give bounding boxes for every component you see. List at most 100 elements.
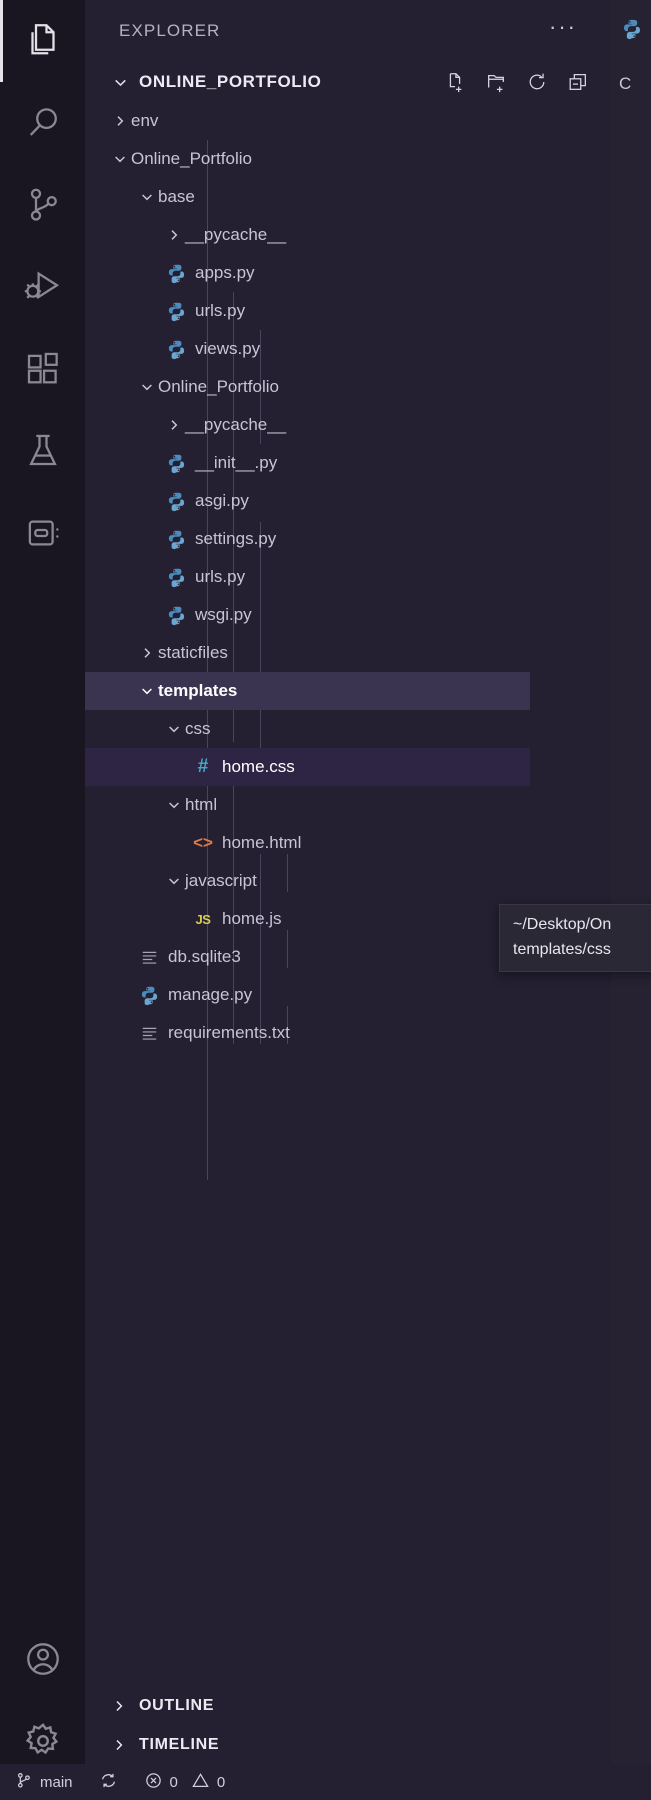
chevron-right-icon [109,1698,129,1714]
folder-section-label: ONLINE_PORTFOLIO [139,72,322,91]
source-control-icon [22,184,64,226]
tree-file-urls-py[interactable]: urls.py [85,292,611,330]
chevron-down-icon [109,74,131,91]
panel-timeline[interactable]: TIMELINE [85,1725,611,1764]
python-icon [163,520,189,558]
activity-item-search[interactable] [0,82,85,164]
editor-breadcrumb[interactable]: C [611,62,651,106]
beaker-icon [22,430,64,472]
tree-file-home-html[interactable]: <> home.html [85,824,611,862]
chevron-down-icon [163,710,185,748]
tree-item-label: apps.py [195,263,255,282]
activity-item-remote-explorer[interactable] [0,492,85,574]
refresh-icon[interactable] [526,71,548,93]
account-icon [22,1638,64,1680]
tree-item-label: views.py [195,339,261,358]
folder-section-actions [444,71,589,93]
warning-icon [191,1771,210,1794]
editor-tab[interactable] [611,0,651,62]
new-folder-icon[interactable] [485,71,507,93]
tree-folder-staticfiles[interactable]: staticfiles [85,634,611,672]
activity-item-accounts[interactable] [0,1618,85,1700]
tree-folder-env[interactable]: env [85,102,611,140]
tree-item-label: requirements.txt [168,1023,290,1042]
tree-item-label: env [131,111,159,130]
status-problems[interactable]: 0 0 [131,1764,239,1800]
tree-file-views-py[interactable]: views.py [85,330,611,368]
tree-file-home-css[interactable]: # home.css [85,748,530,786]
tree-folder-base[interactable]: base [85,178,611,216]
python-icon [163,254,189,292]
activity-item-run-and-debug[interactable] [0,246,85,328]
activity-item-explorer[interactable] [0,0,85,82]
js-icon: JS [195,911,211,927]
tree-folder-css[interactable]: css [85,710,611,748]
panel-timeline-label: TIMELINE [139,1735,220,1753]
activity-item-testing[interactable] [0,410,85,492]
folder-section-header[interactable]: ONLINE_PORTFOLIO [85,62,611,102]
tree-item-label: staticfiles [158,643,228,662]
new-file-icon[interactable] [444,71,466,93]
database-icon [136,938,162,976]
tree-item-label: javascript [185,871,257,890]
chevron-right-icon [163,216,185,254]
tree-item-label: home.css [222,757,295,776]
tree-item-label: __init__.py [195,453,278,472]
tree-item-label: templates [158,681,238,700]
activity-bar-top-group [0,0,85,574]
side-bar: EXPLORER ··· ONLINE_PORTFOLIO env Online… [85,0,611,1800]
source-control-icon [14,1771,33,1794]
python-icon [621,18,643,45]
tree-item-label: __pycache__ [185,225,287,244]
tree-folder-online-portfolio[interactable]: Online_Portfolio [85,140,611,178]
python-icon [163,482,189,520]
remote-explorer-icon [22,512,64,554]
python-icon [136,976,162,1014]
python-icon [163,596,189,634]
chevron-right-icon [109,102,131,140]
tree-file-urls-py[interactable]: urls.py [85,558,611,596]
chevron-down-icon [109,140,131,178]
tree-item-label: Online_Portfolio [131,149,252,168]
tree-folder-html[interactable]: html [85,786,611,824]
tree-folder--pycache-[interactable]: __pycache__ [85,216,611,254]
tooltip-line-2: templates/css [513,941,611,958]
activity-bar [0,0,85,1800]
chevron-right-icon [163,406,185,444]
chevron-down-icon [136,672,158,710]
vscode-window: EXPLORER ··· ONLINE_PORTFOLIO env Online… [0,0,651,1800]
gear-icon [21,1719,65,1763]
collapse-all-icon[interactable] [567,71,589,93]
tree-item-label: home.html [222,833,302,852]
editor-area: C [611,0,651,1800]
status-branch[interactable]: main [0,1764,86,1800]
tree-folder-online-portfolio[interactable]: Online_Portfolio [85,368,611,406]
status-sync[interactable] [86,1764,131,1800]
activity-item-extensions[interactable] [0,328,85,410]
tree-folder-templates[interactable]: templates [85,672,530,710]
tree-item-label: asgi.py [195,491,249,510]
chevron-down-icon [136,368,158,406]
tree-file-apps-py[interactable]: apps.py [85,254,611,292]
tree-file-wsgi-py[interactable]: wsgi.py [85,596,611,634]
tree-item-label: wsgi.py [195,605,252,624]
chevron-down-icon [163,862,185,900]
status-warnings-count: 0 [216,1773,226,1791]
activity-item-source-control[interactable] [0,164,85,246]
chevron-down-icon [136,178,158,216]
tree-file-requirements-txt[interactable]: requirements.txt [85,1014,611,1052]
extensions-icon [22,348,64,390]
tree-file--init-py[interactable]: __init__.py [85,444,611,482]
sidebar-more-actions-button[interactable]: ··· [549,16,577,40]
tree-file-settings-py[interactable]: settings.py [85,520,611,558]
panel-outline[interactable]: OUTLINE [85,1686,611,1725]
tree-folder-javascript[interactable]: javascript [85,862,611,900]
tree-item-label: manage.py [168,985,253,1004]
sync-icon [99,1771,118,1794]
status-errors-count: 0 [169,1773,178,1791]
tree-file-asgi-py[interactable]: asgi.py [85,482,611,520]
tree-file-manage-py[interactable]: manage.py [85,976,611,1014]
tree-folder--pycache-[interactable]: __pycache__ [85,406,611,444]
path-tooltip: ~/Desktop/On templates/css [499,904,651,972]
tree-item-label: settings.py [195,529,277,548]
